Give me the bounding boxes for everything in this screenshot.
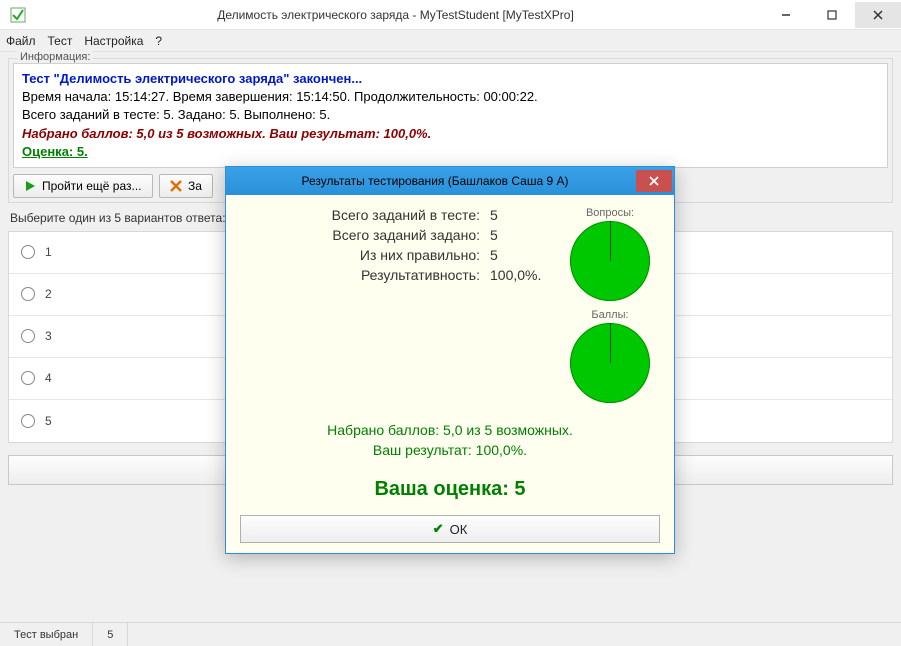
stat-asked-val: 5	[490, 227, 560, 243]
check-icon: ✔	[433, 521, 444, 537]
stat-asked: Всего заданий задано: 5	[240, 227, 560, 243]
stat-total-label: Всего заданий в тесте:	[240, 207, 490, 223]
stat-eff-val: 100,0%.	[490, 267, 560, 283]
info-score: Набрано баллов: 5,0 из 5 возможных. Ваш …	[22, 125, 879, 143]
stat-eff: Результативность: 100,0%.	[240, 267, 560, 283]
window-titlebar: Делимость электрического заряда - MyTest…	[0, 0, 901, 30]
stat-correct-val: 5	[490, 247, 560, 263]
menu-help[interactable]: ?	[155, 34, 162, 48]
info-legend: Информация:	[17, 51, 93, 63]
retry-button[interactable]: Пройти ещё раз...	[13, 174, 153, 198]
window-controls	[763, 2, 901, 28]
radio-icon[interactable]	[21, 371, 35, 385]
pie-points-chart	[570, 323, 650, 403]
ok-label: ОК	[450, 522, 468, 537]
info-tasks: Всего заданий в тесте: 5. Задано: 5. Вып…	[22, 106, 879, 124]
stat-correct-label: Из них правильно:	[240, 247, 490, 263]
summary-text: Набрано баллов: 5,0 из 5 возможных. Ваш …	[240, 421, 660, 460]
minimize-button[interactable]	[763, 2, 809, 28]
stat-total-val: 5	[490, 207, 560, 223]
pie-charts: Вопросы: Баллы:	[560, 207, 660, 411]
stats-row: Всего заданий в тесте: 5 Всего заданий з…	[240, 207, 660, 411]
info-box: Тест "Делимость электрического заряда" з…	[13, 63, 888, 168]
radio-icon[interactable]	[21, 329, 35, 343]
option-label: 1	[45, 245, 52, 259]
grade-big: Ваша оценка: 5	[240, 478, 660, 501]
ok-button[interactable]: ✔ ОК	[240, 515, 660, 543]
pie-points-label: Баллы:	[560, 309, 660, 321]
menu-bar: Файл Тест Настройка ?	[0, 30, 901, 52]
status-count: 5	[93, 623, 128, 646]
summary-line1: Набрано баллов: 5,0 из 5 возможных.	[240, 421, 660, 441]
close-test-label: За	[188, 179, 202, 193]
option-label: 2	[45, 287, 52, 301]
results-dialog: Результаты тестирования (Башлаков Саша 9…	[225, 166, 675, 554]
x-icon	[170, 180, 182, 192]
menu-test[interactable]: Тест	[48, 34, 73, 48]
info-grade: Оценка: 5.	[22, 143, 879, 161]
radio-icon[interactable]	[21, 245, 35, 259]
retry-label: Пройти ещё раз...	[42, 179, 141, 193]
menu-settings[interactable]: Настройка	[84, 34, 143, 48]
dialog-body: Всего заданий в тесте: 5 Всего заданий з…	[226, 195, 674, 553]
radio-icon[interactable]	[21, 414, 35, 428]
stat-eff-label: Результативность:	[240, 267, 490, 283]
play-icon	[24, 180, 36, 192]
close-test-button[interactable]: За	[159, 174, 213, 198]
status-bar: Тест выбран 5	[0, 622, 901, 646]
stat-correct: Из них правильно: 5	[240, 247, 560, 263]
menu-file[interactable]: Файл	[6, 34, 36, 48]
stat-total: Всего заданий в тесте: 5	[240, 207, 560, 223]
close-button[interactable]	[855, 2, 901, 28]
maximize-button[interactable]	[809, 2, 855, 28]
stats-labels: Всего заданий в тесте: 5 Всего заданий з…	[240, 207, 560, 411]
option-label: 3	[45, 329, 52, 343]
pie-questions-chart	[570, 221, 650, 301]
dialog-close-button[interactable]	[636, 170, 672, 192]
status-selected: Тест выбран	[0, 623, 93, 646]
radio-icon[interactable]	[21, 287, 35, 301]
app-icon	[8, 5, 28, 25]
option-label: 4	[45, 371, 52, 385]
summary-line2: Ваш результат: 100,0%.	[240, 441, 660, 461]
dialog-titlebar[interactable]: Результаты тестирования (Башлаков Саша 9…	[226, 167, 674, 195]
info-title: Тест "Делимость электрического заряда" з…	[22, 70, 879, 88]
pie-questions-label: Вопросы:	[560, 207, 660, 219]
option-label: 5	[45, 414, 52, 428]
info-times: Время начала: 15:14:27. Время завершения…	[22, 88, 879, 106]
dialog-title: Результаты тестирования (Башлаков Саша 9…	[234, 174, 636, 188]
window-title: Делимость электрического заряда - MyTest…	[28, 8, 763, 22]
stat-asked-label: Всего заданий задано:	[240, 227, 490, 243]
